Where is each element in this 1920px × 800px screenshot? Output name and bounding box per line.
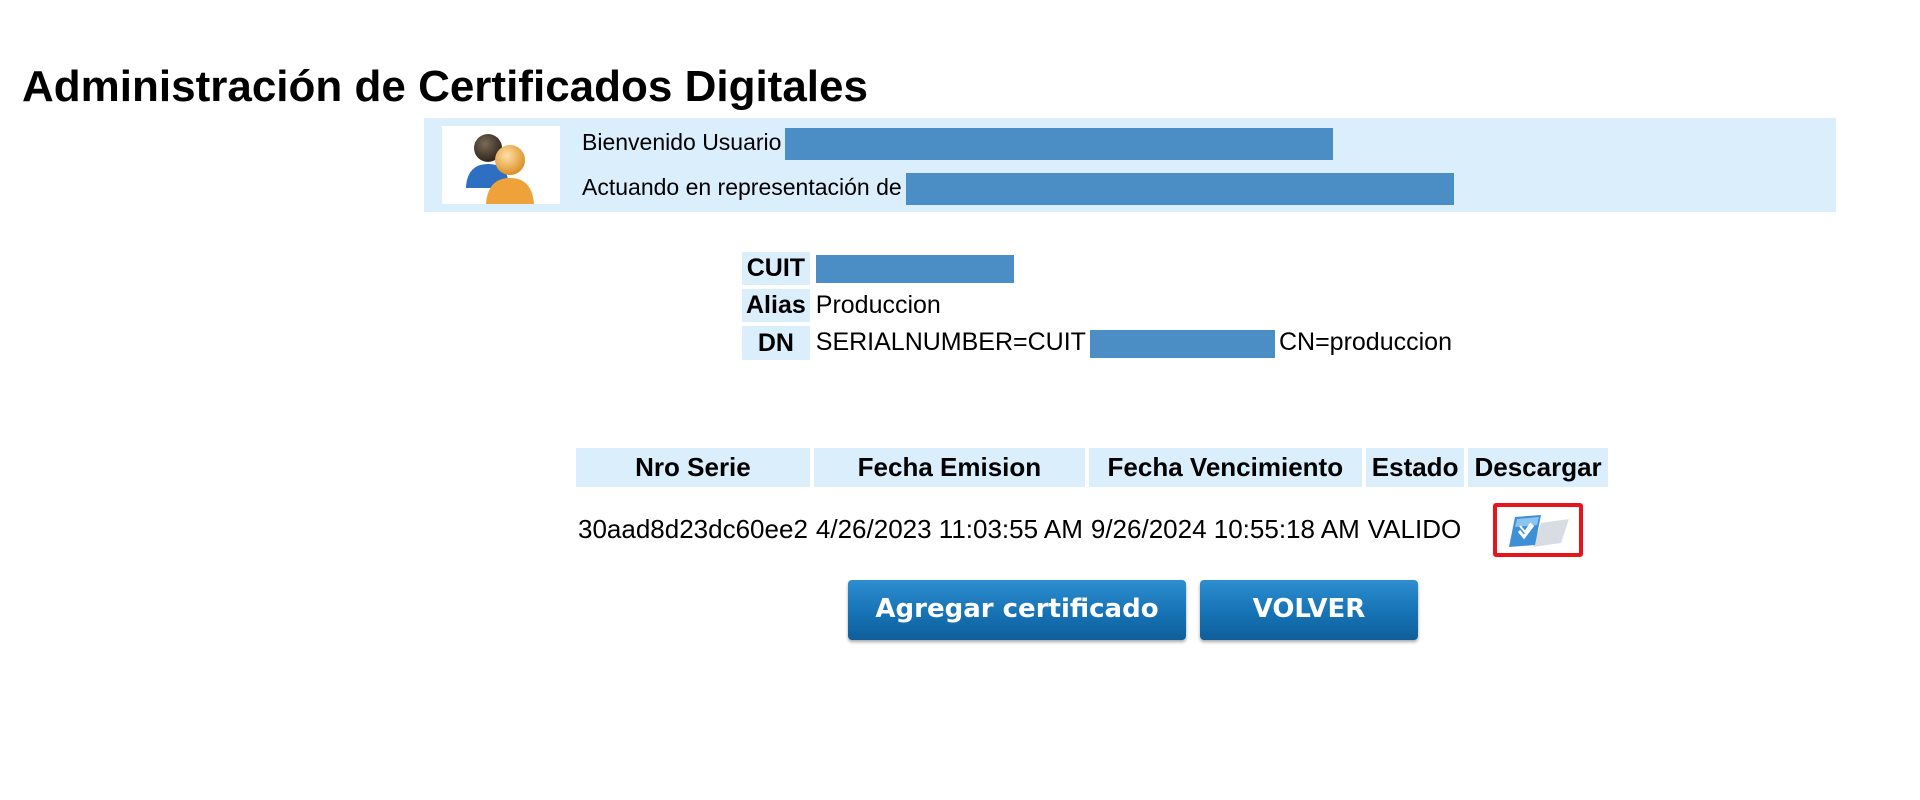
- cell-issued: 4/26/2023 11:03:55 AM: [815, 514, 1083, 544]
- dn-prefix: SERIALNUMBER=CUIT: [815, 328, 1086, 357]
- representation-label: Actuando en representación de: [582, 174, 902, 201]
- back-button[interactable]: VOLVER: [1200, 580, 1418, 640]
- table-header-row: Nro Serie Fecha Emision Fecha Vencimient…: [576, 448, 1608, 487]
- cell-expires: 9/26/2024 10:55:18 AM: [1090, 514, 1360, 544]
- header-issued: Fecha Emision: [813, 448, 1085, 487]
- alias-value: Produccion: [815, 291, 941, 320]
- page-title: Administración de Certificados Digitales: [22, 62, 868, 111]
- cell-serial: 30aad8d23dc60ee2: [578, 514, 808, 544]
- cuit-row: CUIT: [742, 252, 1456, 286]
- welcome-panel: Bienvenido Usuario Actuando en represent…: [424, 118, 1836, 212]
- cuit-label: CUIT: [742, 252, 810, 286]
- dn-suffix: CN=produccion: [1278, 328, 1452, 357]
- alias-label: Alias: [742, 289, 810, 323]
- download-certificate-button[interactable]: [1493, 503, 1584, 557]
- header-status: Estado: [1365, 448, 1465, 487]
- header-serial: Nro Serie: [576, 448, 810, 487]
- dn-value: SERIALNUMBER=CUIT CN=produccion: [812, 326, 1456, 359]
- header-expires: Fecha Vencimiento: [1088, 448, 1362, 487]
- certificate-download-icon[interactable]: [1507, 513, 1571, 549]
- certificate-info-table: CUIT Alias Produccion DN SERIALNUMBER=CU…: [740, 248, 1458, 364]
- cell-download: [1468, 489, 1607, 570]
- users-icon: [466, 134, 534, 204]
- redacted-representation-name: [905, 173, 1454, 205]
- header-download: Descargar: [1468, 448, 1608, 487]
- redacted-user-name: [785, 128, 1334, 160]
- certificates-table: Nro Serie Fecha Emision Fecha Vencimient…: [572, 446, 1612, 572]
- dn-row: DN SERIALNUMBER=CUIT CN=produccion: [742, 326, 1456, 360]
- dn-label: DN: [742, 326, 810, 360]
- page: Administración de Certificados Digitales: [0, 0, 1920, 800]
- redacted-dn-cuit: [1089, 329, 1275, 358]
- table-row: 30aad8d23dc60ee2 4/26/2023 11:03:55 AM 9…: [576, 489, 1608, 570]
- alias-row: Alias Produccion: [742, 289, 1456, 323]
- welcome-user-line: Bienvenido Usuario: [582, 128, 1334, 160]
- welcome-user-label: Bienvenido Usuario: [582, 129, 782, 156]
- welcome-representation-line: Actuando en representación de: [582, 173, 1454, 205]
- avatar: [442, 126, 560, 204]
- cuit-value: [812, 252, 1456, 285]
- redacted-cuit: [815, 255, 1014, 284]
- cell-status: VALIDO: [1367, 514, 1462, 544]
- add-certificate-button[interactable]: Agregar certificado: [848, 580, 1186, 640]
